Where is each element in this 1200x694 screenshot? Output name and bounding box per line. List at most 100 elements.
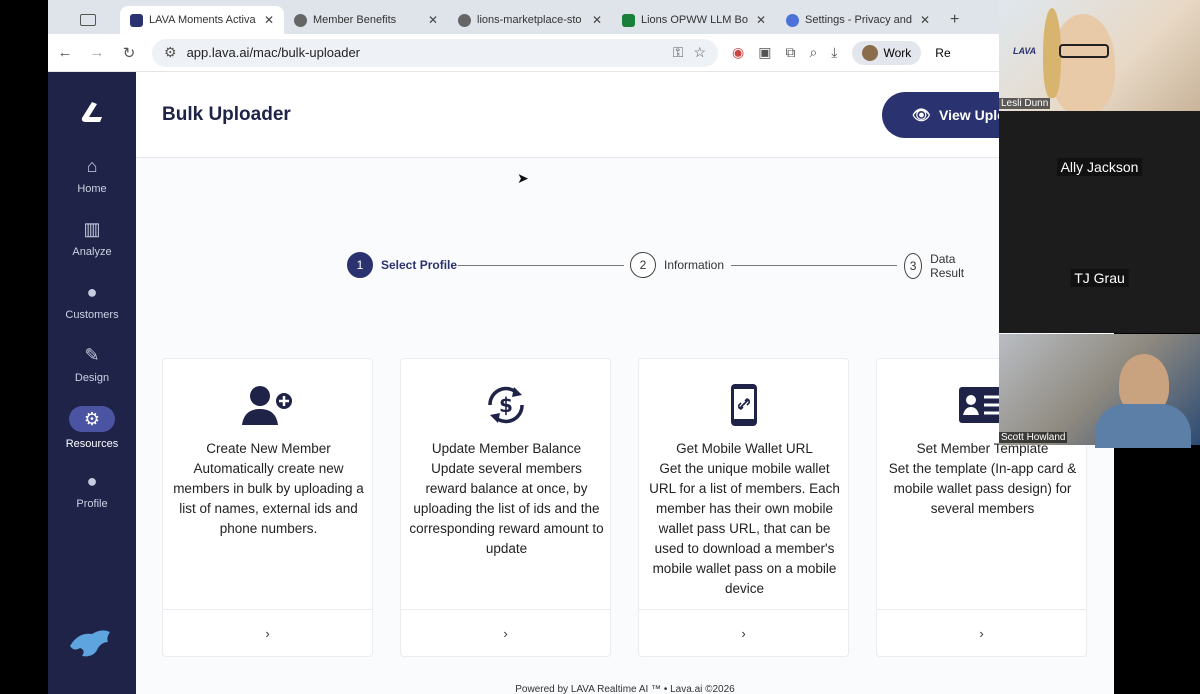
- forward-icon[interactable]: →: [88, 44, 106, 61]
- page-header: Bulk Uploader 👁 View Uploa: [136, 72, 1114, 158]
- tab-label: lions-marketplace-sto: [477, 14, 582, 26]
- sidebar-item-label: Profile: [76, 498, 108, 510]
- step-select-profile: 1 Select Profile: [347, 252, 457, 278]
- browser-window: LAVA Moments Activa ✕ Member Benefits ✕ …: [48, 0, 1114, 694]
- sidebar-item-home[interactable]: ⌂ Home: [48, 156, 136, 195]
- eye-icon: 👁: [912, 107, 932, 124]
- close-icon[interactable]: ✕: [920, 13, 930, 27]
- step-number: 2: [630, 252, 656, 278]
- mouse-cursor-icon: ➤: [517, 170, 529, 186]
- lava-logo-icon: [81, 102, 102, 122]
- settings-gear-icon: [786, 13, 799, 27]
- profile-label: Work: [883, 45, 912, 60]
- user-icon: ●: [86, 282, 98, 302]
- puzzle-icon[interactable]: ⧉: [785, 44, 795, 61]
- sidebar-item-label: Analyze: [72, 246, 112, 258]
- sidebar-item-customers[interactable]: ● Customers: [48, 282, 136, 321]
- step-connector: [458, 265, 624, 266]
- chevron-right-icon: ›: [503, 626, 508, 641]
- search-tab-icon[interactable]: ⌕: [809, 44, 817, 61]
- back-icon[interactable]: ←: [56, 44, 74, 61]
- tab-lions-marketplace[interactable]: lions-marketplace-sto ✕: [448, 6, 612, 34]
- chevron-right-icon: ›: [265, 626, 270, 641]
- step-number: 1: [347, 252, 373, 278]
- page-title: Bulk Uploader: [162, 104, 291, 125]
- tab-settings[interactable]: Settings - Privacy and ✕: [776, 6, 940, 34]
- chevron-right-icon: ›: [979, 626, 984, 641]
- new-tab-button[interactable]: +: [940, 6, 969, 34]
- svg-text:$: $: [499, 393, 513, 417]
- participant-name: Lesli Dunn: [999, 98, 1051, 109]
- tab-label: Member Benefits: [313, 14, 397, 26]
- bookmark-star-icon[interactable]: ☆: [693, 44, 706, 61]
- sidebar: ⌂ Home ▥ Analyze ● Customers ✎ Design ⚙ …: [48, 72, 136, 694]
- sidebar-item-profile[interactable]: ● Profile: [48, 471, 136, 510]
- reload-icon[interactable]: ↻: [120, 44, 138, 62]
- video-tile-scott: Scott Howland: [999, 334, 1200, 448]
- address-bar: ← → ↻ ⚙ app.lava.ai/mac/bulk-uploader ⚿ …: [48, 34, 1114, 72]
- card-title: Update Member Balance: [431, 441, 582, 456]
- sidebar-item-resources[interactable]: ⚙ Resources: [48, 406, 136, 450]
- tab-label: Lions OPWW LLM Bo: [641, 14, 748, 26]
- mobile-link-icon: [731, 384, 757, 426]
- password-key-icon[interactable]: ⚿: [673, 44, 684, 61]
- url-input[interactable]: ⚙ app.lava.ai/mac/bulk-uploader ⚿ ☆: [152, 38, 718, 67]
- close-icon[interactable]: ✕: [592, 13, 602, 27]
- card-description: Set the template (In-app card & mobile w…: [888, 461, 1077, 516]
- tab-group-button[interactable]: [56, 6, 120, 34]
- card-get-mobile-wallet-url[interactable]: Get Mobile Wallet URL Get the unique mob…: [638, 358, 849, 657]
- video-tile-lesli: LAVA Lesli Dunn: [999, 0, 1200, 114]
- participant-name: Ally Jackson: [1056, 157, 1143, 176]
- card-update-member-balance[interactable]: $ Update Member Balance Update several m…: [400, 358, 611, 657]
- edit-icon: ✎: [84, 345, 100, 365]
- participant-glasses: [1059, 44, 1109, 58]
- card-action[interactable]: ›: [163, 609, 372, 657]
- sidebar-item-label: Design: [74, 372, 110, 384]
- step-information: 2 Information: [630, 252, 724, 278]
- extension-icon[interactable]: ◉: [732, 44, 744, 61]
- home-icon: ⌂: [86, 156, 98, 176]
- close-icon[interactable]: ✕: [264, 13, 274, 27]
- step-label: Select Profile: [381, 258, 458, 272]
- card-title: Get Mobile Wallet URL: [676, 441, 813, 456]
- card-create-new-member[interactable]: Create New Member Automatically create n…: [162, 358, 373, 657]
- sidebar-item-design[interactable]: ✎ Design: [48, 345, 136, 384]
- sidebar-item-analyze[interactable]: ▥ Analyze: [48, 219, 136, 258]
- tab-member-benefits[interactable]: Member Benefits ✕: [284, 6, 448, 34]
- add-user-icon: [242, 386, 292, 425]
- user-icon: ●: [86, 471, 98, 491]
- participant-name: Scott Howland: [999, 432, 1068, 443]
- close-icon[interactable]: ✕: [428, 13, 438, 27]
- card-action[interactable]: ›: [639, 609, 848, 657]
- sidebar-item-label: Home: [77, 183, 107, 195]
- step-number: 3: [904, 253, 923, 279]
- card-description: Update several members reward balance at…: [409, 461, 604, 556]
- video-tile-tj: TJ Grau: [999, 222, 1200, 333]
- bar-chart-icon: ▥: [83, 219, 101, 239]
- step-label: Data Result: [930, 252, 965, 280]
- url-text: app.lava.ai/mac/bulk-uploader: [186, 45, 360, 60]
- stepper: 1 Select Profile 2 Information 3 Data Re…: [300, 252, 972, 280]
- download-icon[interactable]: ⤓: [831, 44, 837, 61]
- tab-bar: LAVA Moments Activa ✕ Member Benefits ✕ …: [48, 0, 1114, 34]
- tab-lions-opww[interactable]: Lions OPWW LLM Bo ✕: [612, 6, 776, 34]
- tab-label: Settings - Privacy and: [805, 14, 912, 26]
- card-action[interactable]: ›: [401, 609, 610, 657]
- tab-lava-moments[interactable]: LAVA Moments Activa ✕: [120, 6, 284, 34]
- step-data-result: 3 Data Result: [904, 252, 972, 280]
- lions-logo-icon: [70, 630, 110, 657]
- card-description: Automatically create new members in bulk…: [173, 461, 364, 536]
- site-settings-icon[interactable]: ⚙: [164, 44, 177, 61]
- chevron-right-icon: ›: [741, 626, 746, 641]
- profile-button[interactable]: Work: [851, 40, 922, 65]
- page-footer: Powered by LAVA Realtime AI ™ • Lava.ai …: [515, 684, 735, 694]
- main-content: Bulk Uploader 👁 View Uploa 1 Select Prof…: [136, 72, 1114, 694]
- card-description: Get the unique mobile wallet URL for a l…: [649, 461, 840, 596]
- relaunch-button[interactable]: Re: [935, 46, 950, 60]
- avatar: [861, 44, 878, 61]
- close-icon[interactable]: ✕: [756, 13, 766, 27]
- extension-icon[interactable]: ▣: [758, 44, 771, 61]
- video-tile-ally: Ally Jackson: [999, 111, 1200, 222]
- card-action[interactable]: ›: [877, 609, 1086, 657]
- participant-shirt: [1095, 404, 1191, 448]
